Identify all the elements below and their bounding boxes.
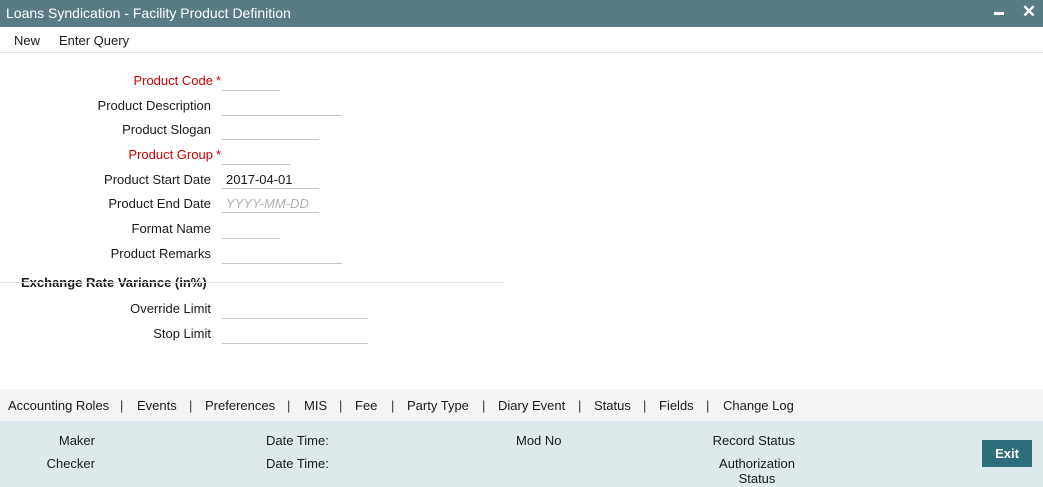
product-form: Product Code * Product Description Produc…	[0, 53, 1043, 388]
window-title: Loans Syndication - Facility Product Def…	[6, 5, 291, 21]
product-slogan-input[interactable]	[222, 121, 319, 140]
product-end-date-input[interactable]	[222, 194, 319, 213]
tab-separator: |	[706, 398, 710, 413]
stop-limit-input[interactable]	[222, 325, 368, 344]
new-button[interactable]: New	[14, 33, 40, 48]
close-icon[interactable]: ✕	[1020, 3, 1038, 21]
maker-date-time-label: Date Time:	[266, 433, 329, 448]
product-start-date-input[interactable]	[222, 170, 319, 189]
sub-screen-tabs: Accounting Roles | Events | Preferences …	[0, 389, 1043, 421]
mod-no-label: Mod No	[516, 433, 562, 448]
tab-preferences[interactable]: Preferences	[205, 398, 275, 413]
product-group-label: Product Group *	[128, 147, 221, 162]
product-code-input[interactable]	[222, 72, 280, 91]
tab-separator: |	[391, 398, 395, 413]
tab-fee[interactable]: Fee	[355, 398, 377, 413]
tab-party-type[interactable]: Party Type	[407, 398, 469, 413]
toolbar: New Enter Query	[0, 27, 1043, 53]
override-limit-input[interactable]	[222, 300, 368, 319]
product-slogan-label: Product Slogan	[122, 122, 211, 137]
checker-label: Checker	[46, 456, 95, 471]
tab-status[interactable]: Status	[594, 398, 631, 413]
section-divider	[0, 282, 504, 283]
tab-separator: |	[578, 398, 582, 413]
product-end-date-label: Product End Date	[108, 196, 211, 211]
maker-label: Maker	[58, 433, 95, 448]
product-description-label: Product Description	[97, 98, 211, 113]
tab-events[interactable]: Events	[137, 398, 177, 413]
tab-separator: |	[643, 398, 647, 413]
tab-diary-event[interactable]: Diary Event	[498, 398, 565, 413]
minimize-icon[interactable]	[990, 3, 1008, 21]
checker-date-time-label: Date Time:	[266, 456, 329, 471]
format-name-label: Format Name	[131, 221, 211, 236]
product-start-date-label: Product Start Date	[104, 172, 211, 187]
product-remarks-label: Product Remarks	[110, 246, 211, 261]
tab-accounting-roles[interactable]: Accounting Roles	[8, 398, 109, 413]
tab-change-log[interactable]: Change Log	[723, 398, 794, 413]
override-limit-label: Override Limit	[130, 301, 211, 316]
audit-footer: Maker Checker Date Time: Date Time: Mod …	[0, 421, 1043, 487]
tab-separator: |	[482, 398, 486, 413]
stop-limit-label: Stop Limit	[153, 326, 211, 341]
product-remarks-input[interactable]	[222, 245, 342, 264]
tab-separator: |	[339, 398, 343, 413]
tab-fields[interactable]: Fields	[659, 398, 694, 413]
title-bar: Loans Syndication - Facility Product Def…	[0, 0, 1043, 27]
tab-separator: |	[189, 398, 193, 413]
record-status-label: Record Status	[712, 433, 795, 448]
enter-query-button[interactable]: Enter Query	[59, 33, 129, 48]
tab-separator: |	[287, 398, 291, 413]
product-description-input[interactable]	[222, 97, 342, 116]
tab-mis[interactable]: MIS	[304, 398, 327, 413]
product-group-input[interactable]	[222, 146, 290, 165]
tab-separator: |	[120, 398, 124, 413]
authorization-status-label: Authorization Status	[719, 456, 795, 486]
format-name-input[interactable]	[222, 220, 280, 239]
product-code-label: Product Code *	[133, 73, 221, 88]
exit-button[interactable]: Exit	[982, 440, 1032, 467]
